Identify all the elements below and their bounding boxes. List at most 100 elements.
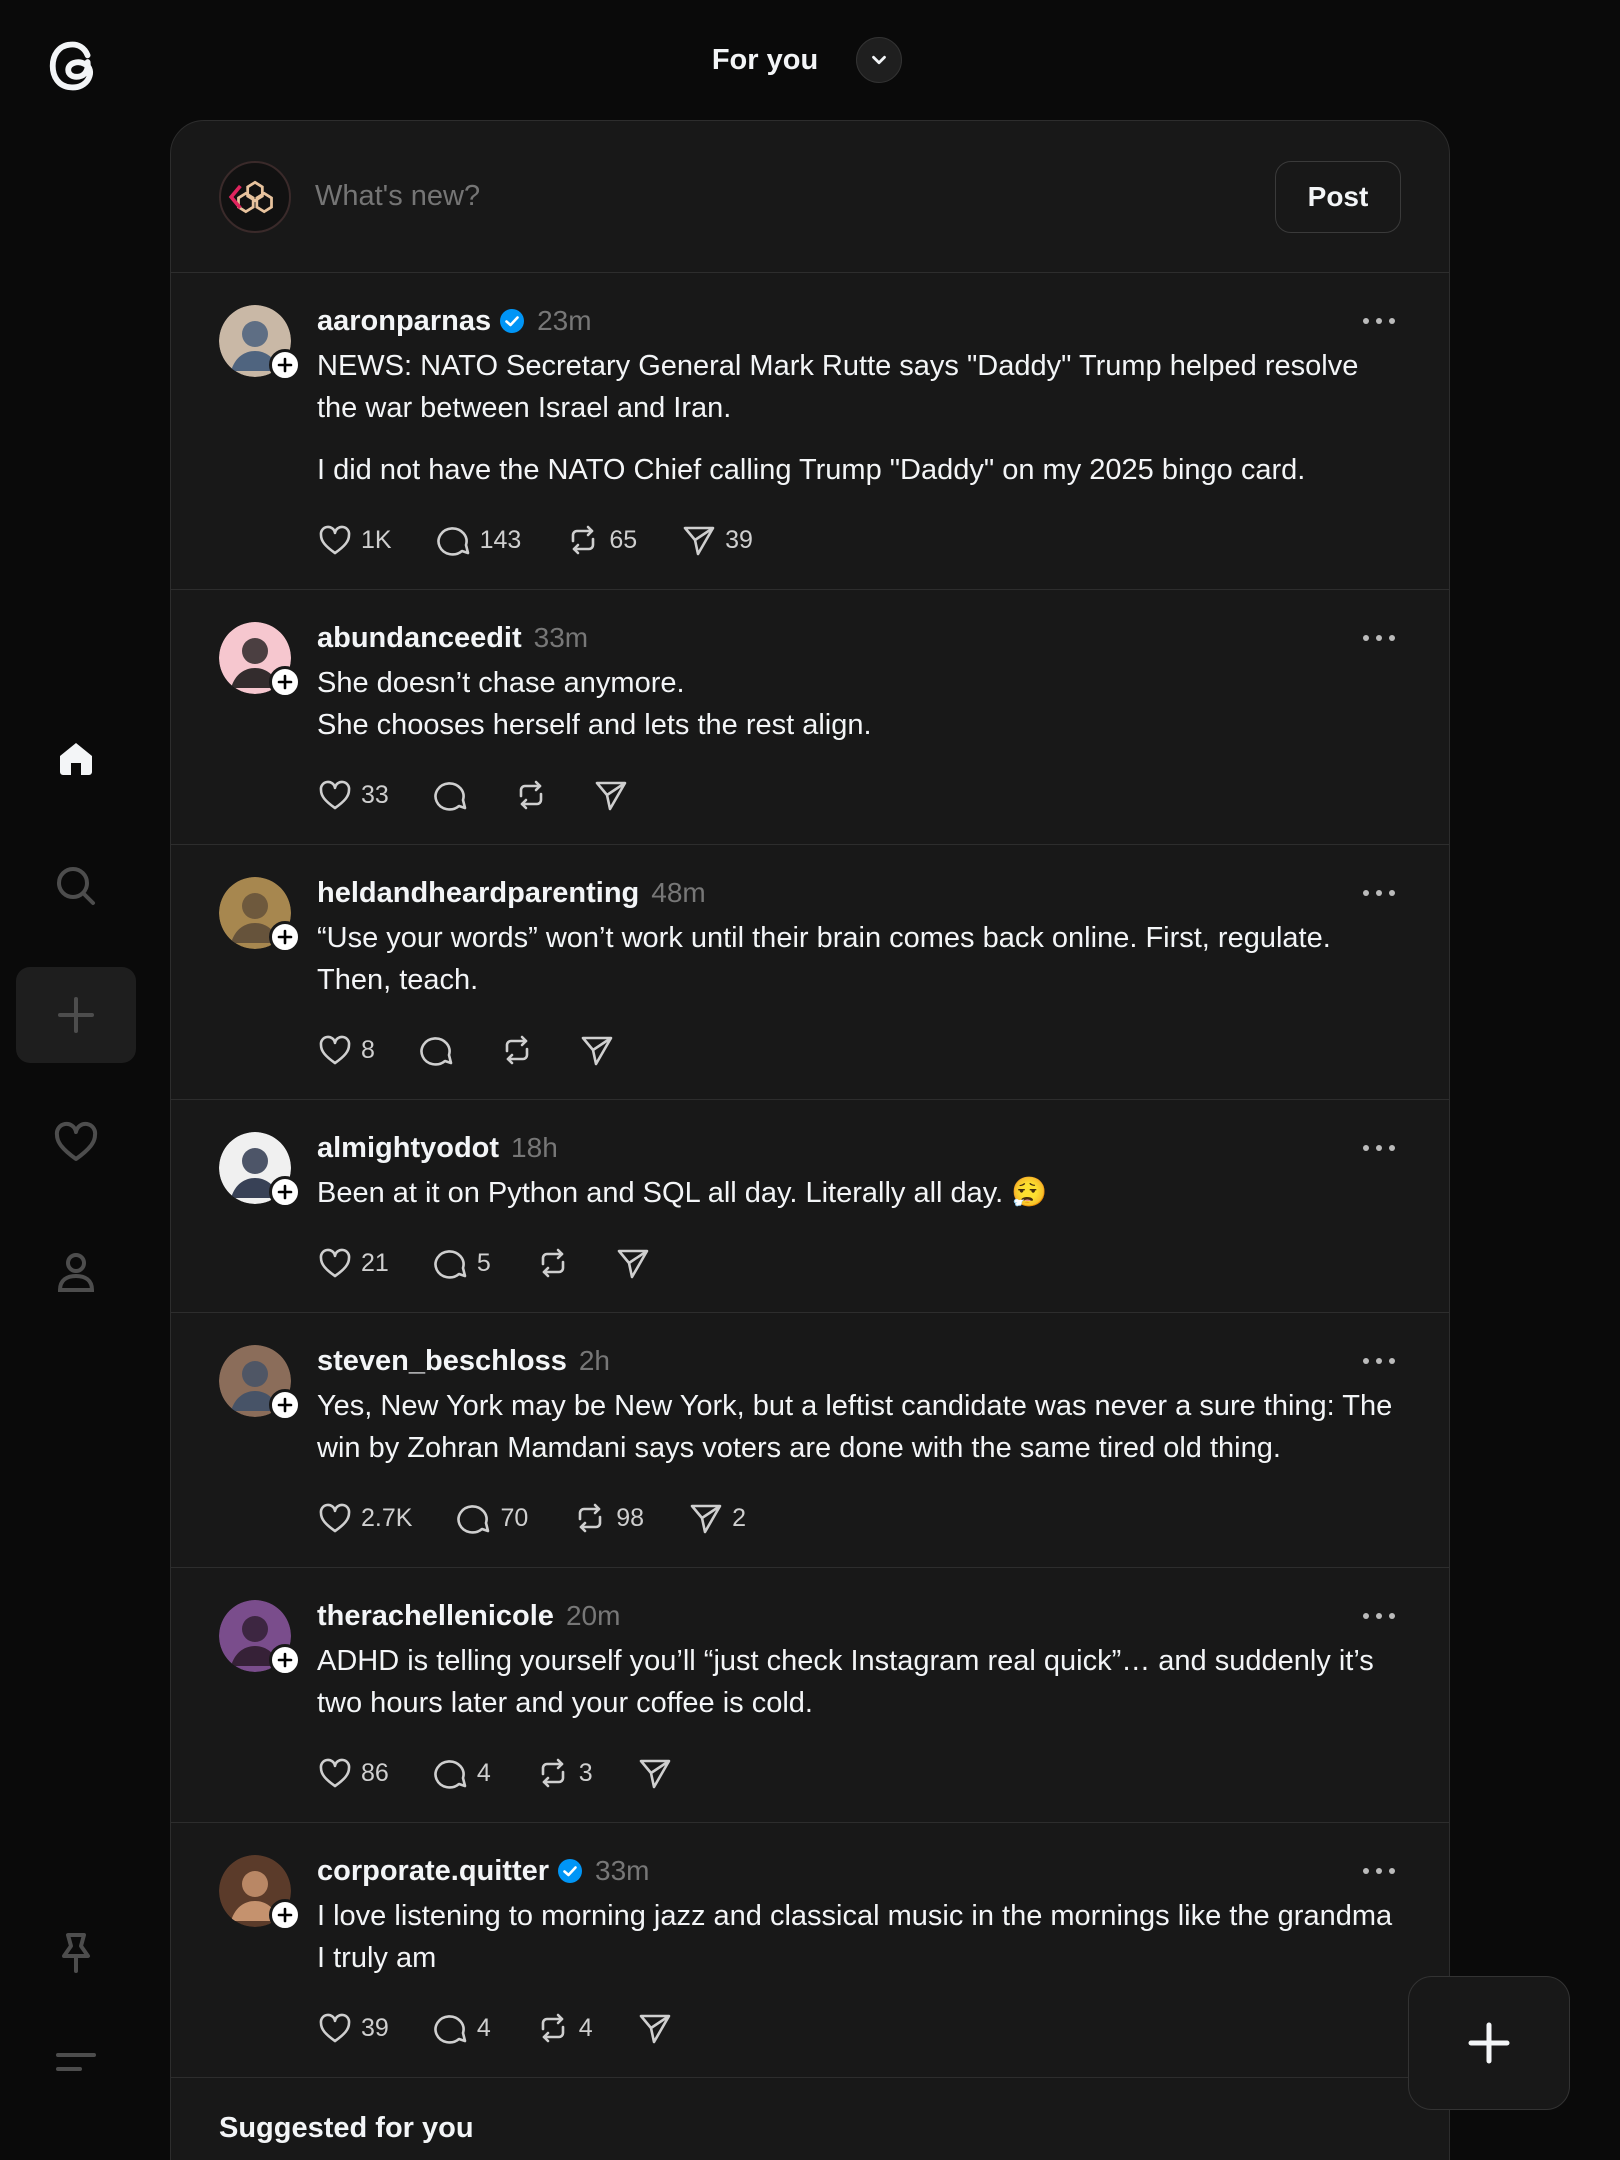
share-button[interactable] (637, 2010, 673, 2046)
like-button[interactable]: 2.7K (317, 1500, 412, 1536)
more-options-icon[interactable] (1363, 1859, 1395, 1883)
avatar[interactable] (219, 1855, 301, 1931)
post[interactable]: corporate.quitter 33m I love listening t… (171, 1823, 1449, 2078)
post-header: steven_beschloss 2h (317, 1343, 1401, 1379)
post[interactable]: abundanceedit 33m She doesn’t chase anym… (171, 590, 1449, 845)
more-options-icon[interactable] (1363, 1349, 1395, 1373)
nav-profile[interactable] (16, 1224, 136, 1320)
more-options-icon[interactable] (1363, 881, 1395, 905)
post[interactable]: steven_beschloss 2h Yes, New York may be… (171, 1313, 1449, 1568)
nav-activity[interactable] (16, 1094, 136, 1190)
composer: Post (171, 121, 1449, 273)
share-button[interactable] (615, 1245, 651, 1281)
follow-plus-icon[interactable] (269, 921, 301, 953)
repost-button[interactable] (499, 1032, 535, 1068)
avatar[interactable] (219, 1132, 301, 1208)
nav-create[interactable] (16, 967, 136, 1063)
post-button[interactable]: Post (1275, 160, 1401, 233)
follow-plus-icon[interactable] (269, 349, 301, 381)
timestamp[interactable]: 2h (579, 1345, 610, 1377)
more-options-icon[interactable] (1363, 309, 1395, 333)
timestamp[interactable]: 48m (651, 877, 705, 909)
username[interactable]: abundanceedit (317, 622, 522, 655)
like-button[interactable]: 33 (317, 777, 389, 813)
timestamp[interactable]: 33m (534, 622, 588, 654)
repost-icon (541, 1248, 565, 1278)
nav-home[interactable] (16, 710, 136, 806)
more-options-icon[interactable] (1363, 1604, 1395, 1628)
reply-button[interactable]: 4 (433, 2010, 491, 2046)
avatar[interactable] (219, 305, 301, 381)
reply-icon (457, 1505, 490, 1534)
timestamp[interactable]: 33m (595, 1855, 649, 1887)
share-button[interactable] (579, 1032, 615, 1068)
share-icon (595, 781, 627, 811)
share-button[interactable]: 2 (688, 1500, 746, 1536)
share-button[interactable] (637, 1755, 673, 1791)
feed-switch-button[interactable] (856, 37, 903, 83)
follow-plus-icon[interactable] (269, 1389, 301, 1421)
floating-create-button[interactable] (1408, 1976, 1570, 2110)
username[interactable]: almightyodot (317, 1132, 499, 1165)
post[interactable]: heldandheardparenting 48m “Use your word… (171, 845, 1449, 1100)
username[interactable]: aaronparnas (317, 305, 491, 338)
reply-button[interactable]: 70 (456, 1500, 528, 1536)
reply-count: 4 (476, 1758, 491, 1787)
reply-button[interactable]: 5 (433, 1245, 491, 1281)
reply-button[interactable]: 143 (436, 522, 521, 558)
more-options-icon[interactable] (1363, 1136, 1395, 1160)
like-count: 1K (361, 525, 392, 554)
more-options-icon[interactable] (1363, 626, 1395, 650)
share-button[interactable]: 39 (681, 522, 753, 558)
pin-icon (62, 1933, 90, 1973)
username[interactable]: heldandheardparenting (317, 877, 639, 910)
username[interactable]: therachellenicole (317, 1600, 554, 1633)
username[interactable]: steven_beschloss (317, 1345, 567, 1378)
follow-plus-icon[interactable] (269, 1899, 301, 1931)
follow-plus-icon[interactable] (269, 666, 301, 698)
like-button[interactable]: 21 (317, 1245, 389, 1281)
reply-button[interactable]: 4 (433, 1755, 491, 1791)
follow-plus-icon[interactable] (269, 1644, 301, 1676)
whats-new-input[interactable] (315, 180, 1275, 213)
nav-search[interactable] (16, 838, 136, 934)
post[interactable]: almightyodot 18h Been at it on Python an… (171, 1100, 1449, 1313)
repost-icon (541, 1758, 565, 1788)
reply-count: 4 (476, 2013, 491, 2042)
like-icon (319, 2013, 351, 2043)
nav-pinned[interactable] (16, 1904, 136, 2000)
share-button[interactable] (593, 777, 629, 813)
post[interactable]: therachellenicole 20m ADHD is telling yo… (171, 1568, 1449, 1823)
avatar[interactable] (219, 622, 301, 698)
repost-button[interactable]: 4 (535, 2010, 593, 2046)
avatar[interactable] (219, 1345, 301, 1421)
avatar[interactable] (219, 877, 301, 953)
repost-button[interactable] (535, 1245, 571, 1281)
like-button[interactable]: 86 (317, 1755, 389, 1791)
repost-button[interactable]: 98 (572, 1500, 644, 1536)
timestamp[interactable]: 23m (537, 305, 591, 337)
username[interactable]: corporate.quitter (317, 1855, 549, 1888)
like-button[interactable]: 1K (317, 522, 392, 558)
post-paragraph: NEWS: NATO Secretary General Mark Rutte … (317, 350, 1359, 424)
repost-button[interactable]: 65 (565, 522, 637, 558)
plus-icon (58, 997, 94, 1033)
reply-button[interactable] (433, 777, 469, 813)
like-button[interactable]: 39 (317, 2010, 389, 2046)
follow-plus-icon[interactable] (269, 1176, 301, 1208)
repost-count: 98 (616, 1503, 645, 1532)
repost-button[interactable]: 3 (535, 1755, 593, 1791)
post-text: Been at it on Python and SQL all day. Li… (317, 1172, 1401, 1214)
post-header: therachellenicole 20m (317, 1598, 1401, 1634)
post[interactable]: aaronparnas 23m NEWS: NATO Secretary Gen… (171, 273, 1449, 590)
nav-menu[interactable] (16, 2014, 136, 2110)
timestamp[interactable]: 20m (566, 1600, 620, 1632)
reply-button[interactable] (419, 1032, 455, 1068)
repost-button[interactable] (513, 777, 549, 813)
like-button[interactable]: 8 (317, 1032, 375, 1068)
avatar[interactable] (219, 1600, 301, 1676)
timestamp[interactable]: 18h (511, 1132, 558, 1164)
avatar[interactable] (219, 160, 291, 233)
like-count: 2.7K (361, 1503, 413, 1532)
share-icon (683, 526, 715, 556)
